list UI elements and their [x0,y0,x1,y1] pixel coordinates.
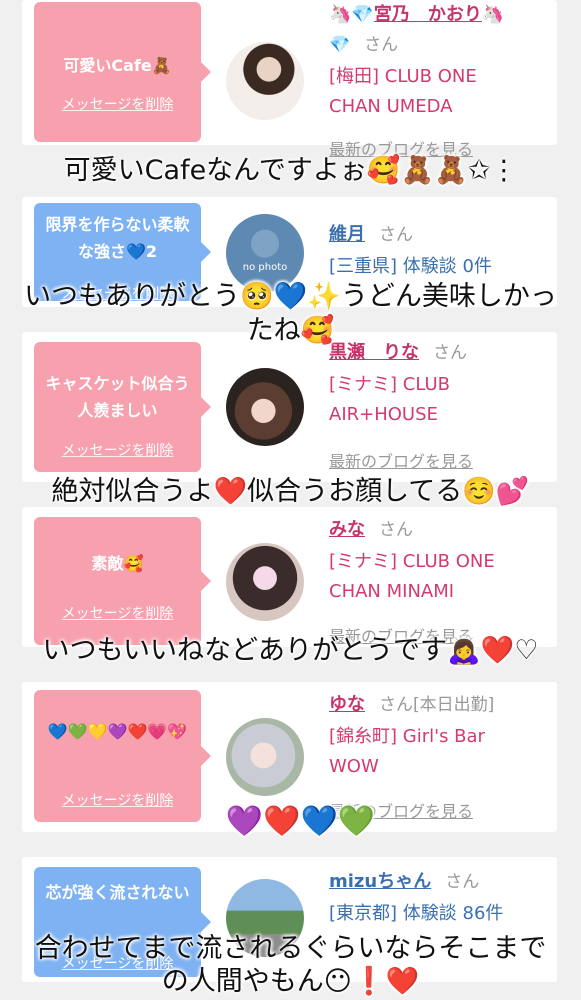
store-info[interactable]: [錦糸町] Girl's Bar [329,722,551,752]
name-row: ゆな さん[本日出勤] [329,692,551,718]
store-info[interactable]: [梅田] CLUB ONE [329,62,551,92]
store-info-line2[interactable]: WOW [329,752,551,782]
message-card: 可愛いCafe🧸 メッセージを削除 🦄💎宮乃 かおり🦄 💎 さん [梅田] CLU… [22,0,557,159]
name-row: みな さん [329,517,551,543]
avatar[interactable] [226,42,304,120]
user-name-link[interactable]: 維月 [329,224,365,245]
store-info-line2[interactable]: AIR+HOUSE [329,400,551,430]
name-row: 🦄💎宮乃 かおり🦄 [329,2,551,28]
overlay-caption: の人間やもん😶❗❤️ [161,966,420,997]
delete-message-link[interactable]: メッセージを削除 [34,603,201,623]
user-name-link[interactable]: みな [329,519,365,540]
honorific: さん [379,225,413,245]
name-suffix: 🦄 [481,4,505,25]
delete-message-link[interactable]: メッセージを削除 [34,440,201,460]
honorific: さん[本日出勤] [379,695,495,715]
honorific: さん [379,520,413,540]
overlay-caption: 可愛いCafeなんですよぉ🥰🧸🧸✩⋮ [63,155,518,186]
name-row: mizuちゃん さん [329,869,551,895]
overlay-caption: 合わせてまで流されるぐらいならそこまで [34,933,547,964]
store-info[interactable]: [ミナミ] CLUB [329,370,551,400]
message-bubble[interactable]: 素敵🥰 メッセージを削除 [34,517,211,645]
store-info[interactable]: [東京都] 体験談 86件 [329,899,551,929]
message-card: 素敵🥰 メッセージを削除 みな さん [ミナミ] CLUB ONE CHAN MI… [22,507,557,647]
message-text: 可愛いCafe🧸 [63,56,172,75]
no-photo-caption: no photo [242,262,288,273]
name-prefix: 🦄💎 [329,4,374,25]
overlay-caption: 💜❤️💙💚 [225,804,376,839]
overlay-caption: たね🥰 [246,315,335,346]
user-name-link[interactable]: mizuちゃん [329,871,431,892]
overlay-caption: いつもありがとう🥺💙✨うどん美味しかっ [24,281,557,312]
avatar[interactable] [226,718,304,796]
user-name-link[interactable]: 宮乃 かおり [374,4,482,25]
message-text: 💙💚💛💜❤️💗💖 [47,722,188,741]
message-text: 素敵🥰 [91,554,144,573]
message-bubble[interactable]: キャスケット似合う人羨ましい メッセージを削除 [34,342,211,472]
store-info-line2[interactable]: CHAN MINAMI [329,577,551,607]
overlay-caption: いつもいいねなどありがとうです🙇‍♀️❤️♡ [42,635,539,666]
honorific: さん [364,35,399,55]
user-name-link[interactable]: ゆな [329,694,365,715]
honorific: さん [445,872,480,892]
overlay-caption: 絶対似合うよ❤️似合うお顔してる☺️💕 [51,476,530,507]
badge-row: 💎 さん [329,32,551,58]
latest-blog-link[interactable]: 最新のブログを見る [329,448,473,472]
store-info[interactable]: [ミナミ] CLUB ONE [329,547,551,577]
avatar[interactable] [226,543,304,621]
message-text: 芯が強く流されない [45,883,190,902]
diamond-badge: 💎 [329,35,351,55]
delete-message-link[interactable]: メッセージを削除 [34,94,201,114]
avatar[interactable] [226,368,304,446]
name-row: 維月 さん [329,222,551,248]
message-text: 限界を作らない柔軟な強さ💙2 [45,215,190,261]
message-bubble[interactable]: 可愛いCafe🧸 メッセージを削除 [34,2,211,142]
message-text: キャスケット似合う人羨ましい [45,374,190,420]
store-info-line2[interactable]: CHAN UMEDA [329,92,551,122]
message-card: キャスケット似合う人羨ましい メッセージを削除 黒瀬 りな さん [ミナミ] CL… [22,332,557,482]
